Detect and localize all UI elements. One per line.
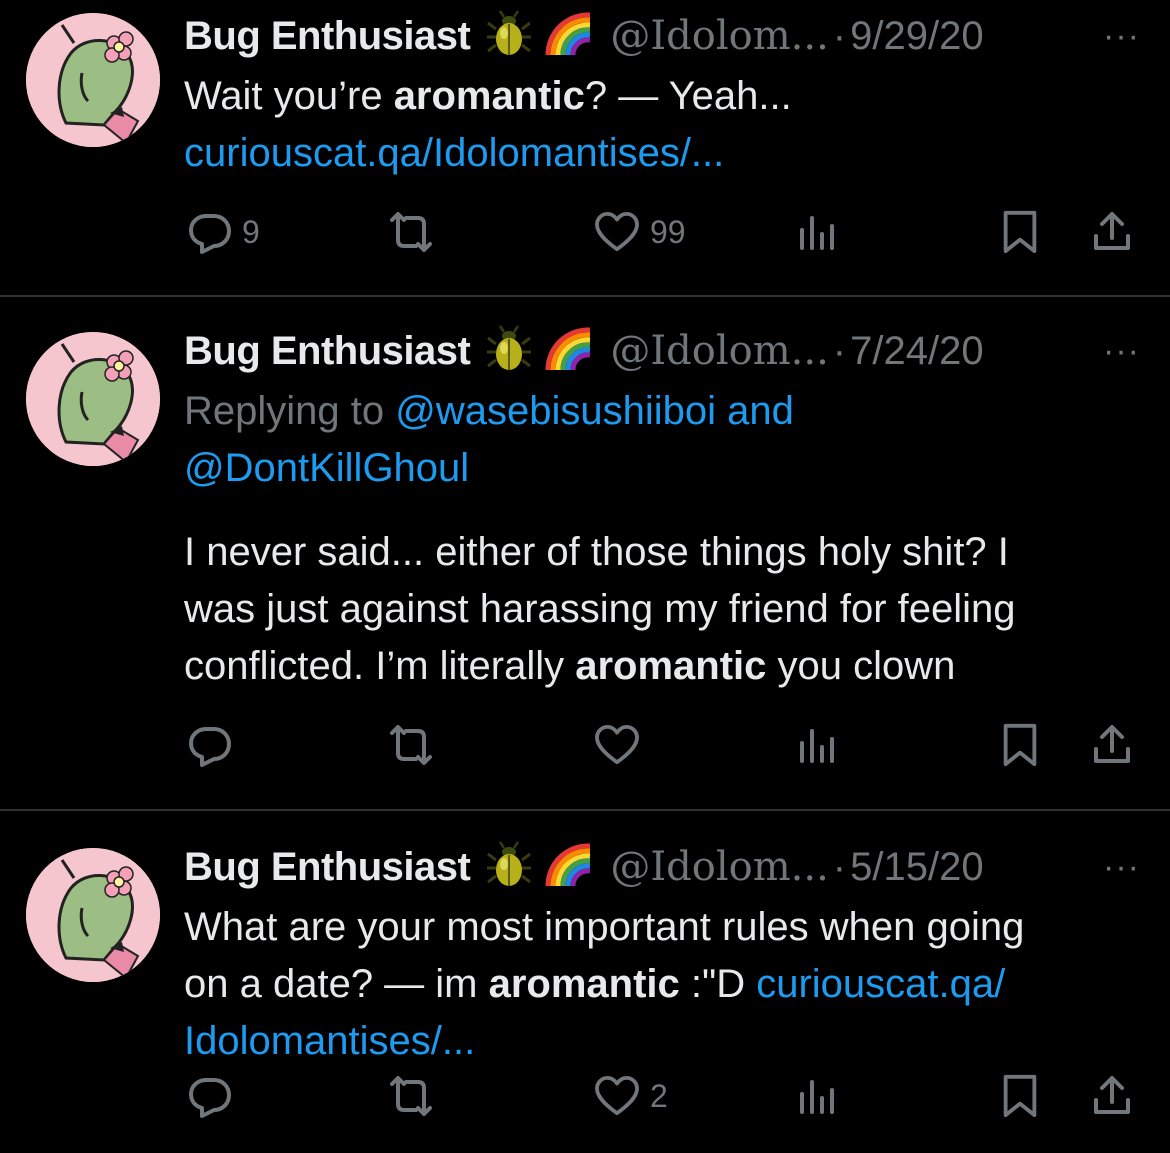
rainbow-emoji-icon — [544, 324, 594, 379]
text-line: What are your most important rules when … — [184, 905, 1025, 949]
retweet-button[interactable] — [386, 1071, 436, 1121]
tweet-header: Bug Enthusiast @Idolom... · 5/15/20 — [184, 831, 984, 903]
like-icon — [594, 1075, 640, 1117]
views-button[interactable] — [796, 207, 840, 257]
replying-to: Replying to @wasebisushiiboi and @DontKi… — [184, 383, 1144, 497]
more-options-icon[interactable]: ··· — [1103, 315, 1140, 387]
bookmark-icon — [1000, 1073, 1040, 1119]
like-count: 99 — [650, 213, 686, 250]
tweet-text: Wait you’re aromantic? — Yeah... curious… — [184, 68, 1144, 182]
share-icon — [1090, 210, 1134, 254]
rainbow-emoji-icon — [544, 840, 594, 895]
bold-text: aromantic — [575, 644, 767, 688]
avatar[interactable] — [26, 332, 160, 466]
reply-button[interactable]: 9 — [188, 207, 260, 257]
views-button[interactable] — [796, 1071, 840, 1121]
mantis-avatar-icon — [26, 13, 160, 147]
bookmark-button[interactable] — [1000, 720, 1040, 770]
reply-button[interactable] — [188, 720, 232, 770]
separator-dot: · — [832, 844, 847, 889]
tweet-text: I never said... either of those things h… — [184, 524, 1144, 695]
retweet-button[interactable] — [386, 207, 436, 257]
text-segment: :"D — [679, 962, 757, 1006]
handle[interactable]: @Idolom... — [610, 13, 828, 59]
action-bar: 9 99 — [0, 207, 1170, 257]
share-icon — [1090, 1074, 1134, 1118]
retweet-icon — [386, 723, 436, 767]
tweet-divider — [0, 809, 1170, 811]
mantis-avatar-icon — [26, 848, 160, 982]
bookmark-button[interactable] — [1000, 207, 1040, 257]
like-icon — [594, 724, 640, 766]
views-button[interactable] — [796, 720, 840, 770]
rainbow-emoji-icon — [544, 9, 594, 64]
mention-link[interactable]: @wasebisushiiboi and — [395, 389, 794, 433]
beetle-emoji-icon — [484, 9, 534, 64]
tweet-date[interactable]: 7/24/20 — [850, 329, 983, 374]
replying-prefix: Replying to — [184, 389, 396, 433]
beetle-emoji-icon — [484, 324, 534, 379]
bookmark-icon — [1000, 209, 1040, 255]
handle[interactable]: @Idolom... — [610, 844, 828, 890]
share-icon — [1090, 723, 1134, 767]
like-button[interactable] — [594, 720, 640, 770]
avatar[interactable] — [26, 848, 160, 982]
tweet-header: Bug Enthusiast @Idolom... · 9/29/20 — [184, 0, 984, 72]
tweet[interactable]: Bug Enthusiast @Idolom... · 5/15/20 ··· … — [0, 831, 1170, 1153]
share-button[interactable] — [1090, 1071, 1134, 1121]
reply-icon — [188, 210, 232, 254]
reply-button[interactable] — [188, 1071, 232, 1121]
avatar[interactable] — [26, 13, 160, 147]
handle[interactable]: @Idolom... — [610, 328, 828, 374]
action-bar — [0, 720, 1170, 770]
reply-icon — [188, 723, 232, 767]
tweet[interactable]: Bug Enthusiast @Idolom... · 9/29/20 ··· … — [0, 0, 1170, 296]
share-button[interactable] — [1090, 720, 1134, 770]
retweet-icon — [386, 1074, 436, 1118]
tweet[interactable]: Bug Enthusiast @Idolom... · 7/24/20 ··· … — [0, 315, 1170, 808]
like-count: 2 — [650, 1077, 668, 1114]
text-line: was just against harassing my friend for… — [184, 587, 1016, 631]
more-options-icon[interactable]: ··· — [1103, 831, 1140, 903]
text-line: I never said... either of those things h… — [184, 530, 1009, 574]
display-name[interactable]: Bug Enthusiast — [184, 329, 471, 374]
reply-icon — [188, 1074, 232, 1118]
bookmark-icon — [1000, 722, 1040, 768]
retweet-button[interactable] — [386, 720, 436, 770]
views-icon — [796, 1074, 840, 1118]
retweet-icon — [386, 210, 436, 254]
like-button[interactable]: 99 — [594, 207, 686, 257]
bold-text: aromantic — [393, 74, 585, 118]
bold-text: aromantic — [488, 962, 680, 1006]
text-segment: you clown — [766, 644, 956, 688]
text-segment: ? — Yeah... — [584, 74, 792, 118]
display-name[interactable]: Bug Enthusiast — [184, 845, 471, 890]
more-options-icon[interactable]: ··· — [1103, 0, 1140, 72]
tweet-text: What are your most important rules when … — [184, 899, 1144, 1070]
reply-count: 9 — [242, 213, 260, 250]
mantis-avatar-icon — [26, 332, 160, 466]
text-segment: conflicted. I’m literally — [184, 644, 576, 688]
action-bar: 2 — [0, 1071, 1170, 1121]
curiouscat-link[interactable]: Idolomantises/... — [184, 1019, 475, 1063]
separator-dot: · — [832, 13, 847, 58]
views-icon — [796, 723, 840, 767]
tweet-divider — [0, 295, 1170, 297]
like-icon — [594, 211, 640, 253]
mention-link[interactable]: @DontKillGhoul — [184, 446, 469, 490]
curiouscat-link[interactable]: curiouscat.qa/ — [756, 962, 1005, 1006]
like-button[interactable]: 2 — [594, 1071, 668, 1121]
text-segment: on a date? — im — [184, 962, 489, 1006]
tweet-date[interactable]: 9/29/20 — [850, 14, 983, 59]
tweet-header: Bug Enthusiast @Idolom... · 7/24/20 — [184, 315, 984, 387]
curiouscat-link[interactable]: curiouscat.qa/Idolomantises/... — [184, 131, 724, 175]
separator-dot: · — [832, 328, 847, 373]
tweet-date[interactable]: 5/15/20 — [850, 845, 983, 890]
bookmark-button[interactable] — [1000, 1071, 1040, 1121]
text-segment: Wait you’re — [184, 74, 394, 118]
beetle-emoji-icon — [484, 840, 534, 895]
share-button[interactable] — [1090, 207, 1134, 257]
views-icon — [796, 210, 840, 254]
display-name[interactable]: Bug Enthusiast — [184, 14, 471, 59]
